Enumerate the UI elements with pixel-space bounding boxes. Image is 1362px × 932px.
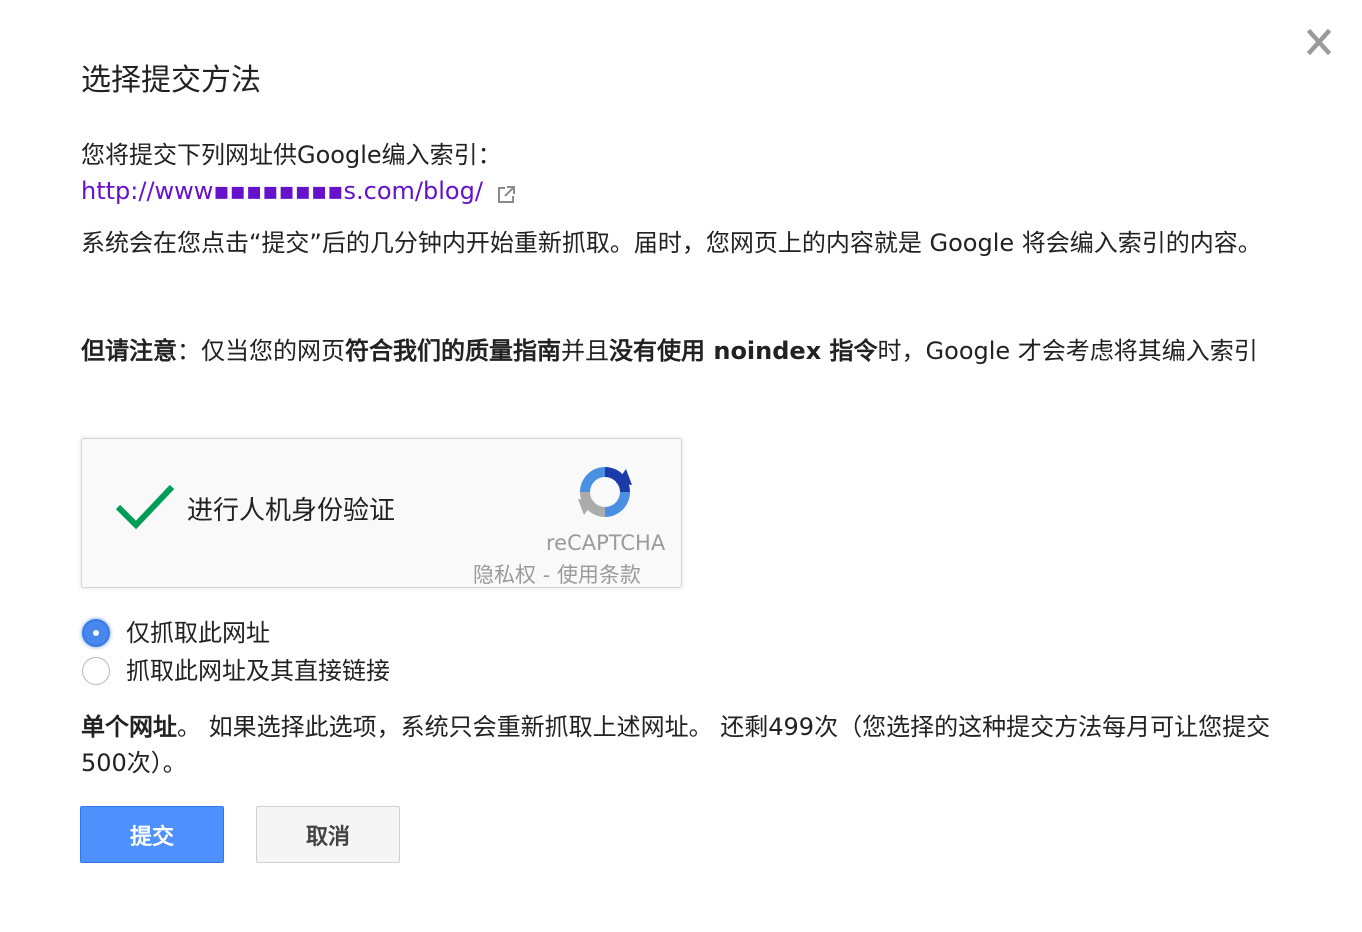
option-description-label: 单个网址 bbox=[81, 713, 177, 741]
note-text-3: 时，Google 才会考虑将其编入索引 bbox=[877, 337, 1258, 365]
dialog-title: 选择提交方法 bbox=[81, 63, 261, 98]
recrawl-description: 系统会在您点击“提交”后的几分钟内开始重新抓取。届时，您网页上的内容就是 Goo… bbox=[81, 229, 1262, 257]
checkmark-icon[interactable] bbox=[114, 483, 176, 531]
noindex-link[interactable]: 没有使用 noindex 指令 bbox=[609, 337, 878, 365]
option-crawl-url-only[interactable]: 仅抓取此网址 bbox=[82, 616, 270, 650]
submitted-url-link[interactable]: http://www▪▪▪▪▪▪▪▪s.com/blog/ bbox=[81, 173, 483, 209]
quality-note: 但请注意：仅当您的网页符合我们的质量指南并且没有使用 noindex 指令时，G… bbox=[81, 333, 1291, 369]
close-button[interactable] bbox=[1302, 28, 1336, 58]
option-description-text: 。 如果选择此选项，系统只会重新抓取上述网址。 还剩499次（您选择的这种提交方… bbox=[81, 713, 1271, 777]
cancel-button[interactable]: 取消 bbox=[256, 806, 400, 863]
terms-link[interactable]: 使用条款 bbox=[557, 563, 641, 587]
quality-guidelines-link[interactable]: 符合我们的质量指南 bbox=[345, 337, 561, 365]
option-crawl-url-and-links[interactable]: 抓取此网址及其直接链接 bbox=[82, 654, 390, 688]
recaptcha-links: 隐私权 - 使用条款 bbox=[473, 561, 641, 589]
privacy-link[interactable]: 隐私权 bbox=[473, 563, 536, 587]
option-description: 单个网址。 如果选择此选项，系统只会重新抓取上述网址。 还剩499次（您选择的这… bbox=[81, 709, 1291, 781]
captcha-label: 进行人机身份验证 bbox=[187, 496, 396, 526]
note-text-2: 并且 bbox=[561, 337, 609, 365]
link-separator: - bbox=[536, 563, 557, 587]
close-icon bbox=[1306, 28, 1332, 56]
submitted-url-row: http://www▪▪▪▪▪▪▪▪s.com/blog/ bbox=[81, 173, 517, 209]
recaptcha-widget: 进行人机身份验证 reCAPTCHA 隐私权 - 使用条款 bbox=[81, 438, 682, 588]
note-label: 但请注意 bbox=[81, 337, 177, 365]
option-label: 仅抓取此网址 bbox=[126, 619, 270, 647]
note-text-1: ：仅当您的网页 bbox=[177, 337, 345, 365]
recaptcha-brand: reCAPTCHA bbox=[546, 531, 666, 555]
option-label: 抓取此网址及其直接链接 bbox=[126, 657, 390, 685]
radio-button[interactable] bbox=[82, 657, 110, 685]
recaptcha-logo-icon bbox=[578, 467, 632, 517]
radio-button-selected[interactable] bbox=[82, 619, 110, 647]
intro-text: 您将提交下列网址供Google编入索引： bbox=[81, 141, 502, 169]
external-link-icon[interactable] bbox=[495, 180, 517, 203]
submit-button[interactable]: 提交 bbox=[80, 806, 224, 863]
